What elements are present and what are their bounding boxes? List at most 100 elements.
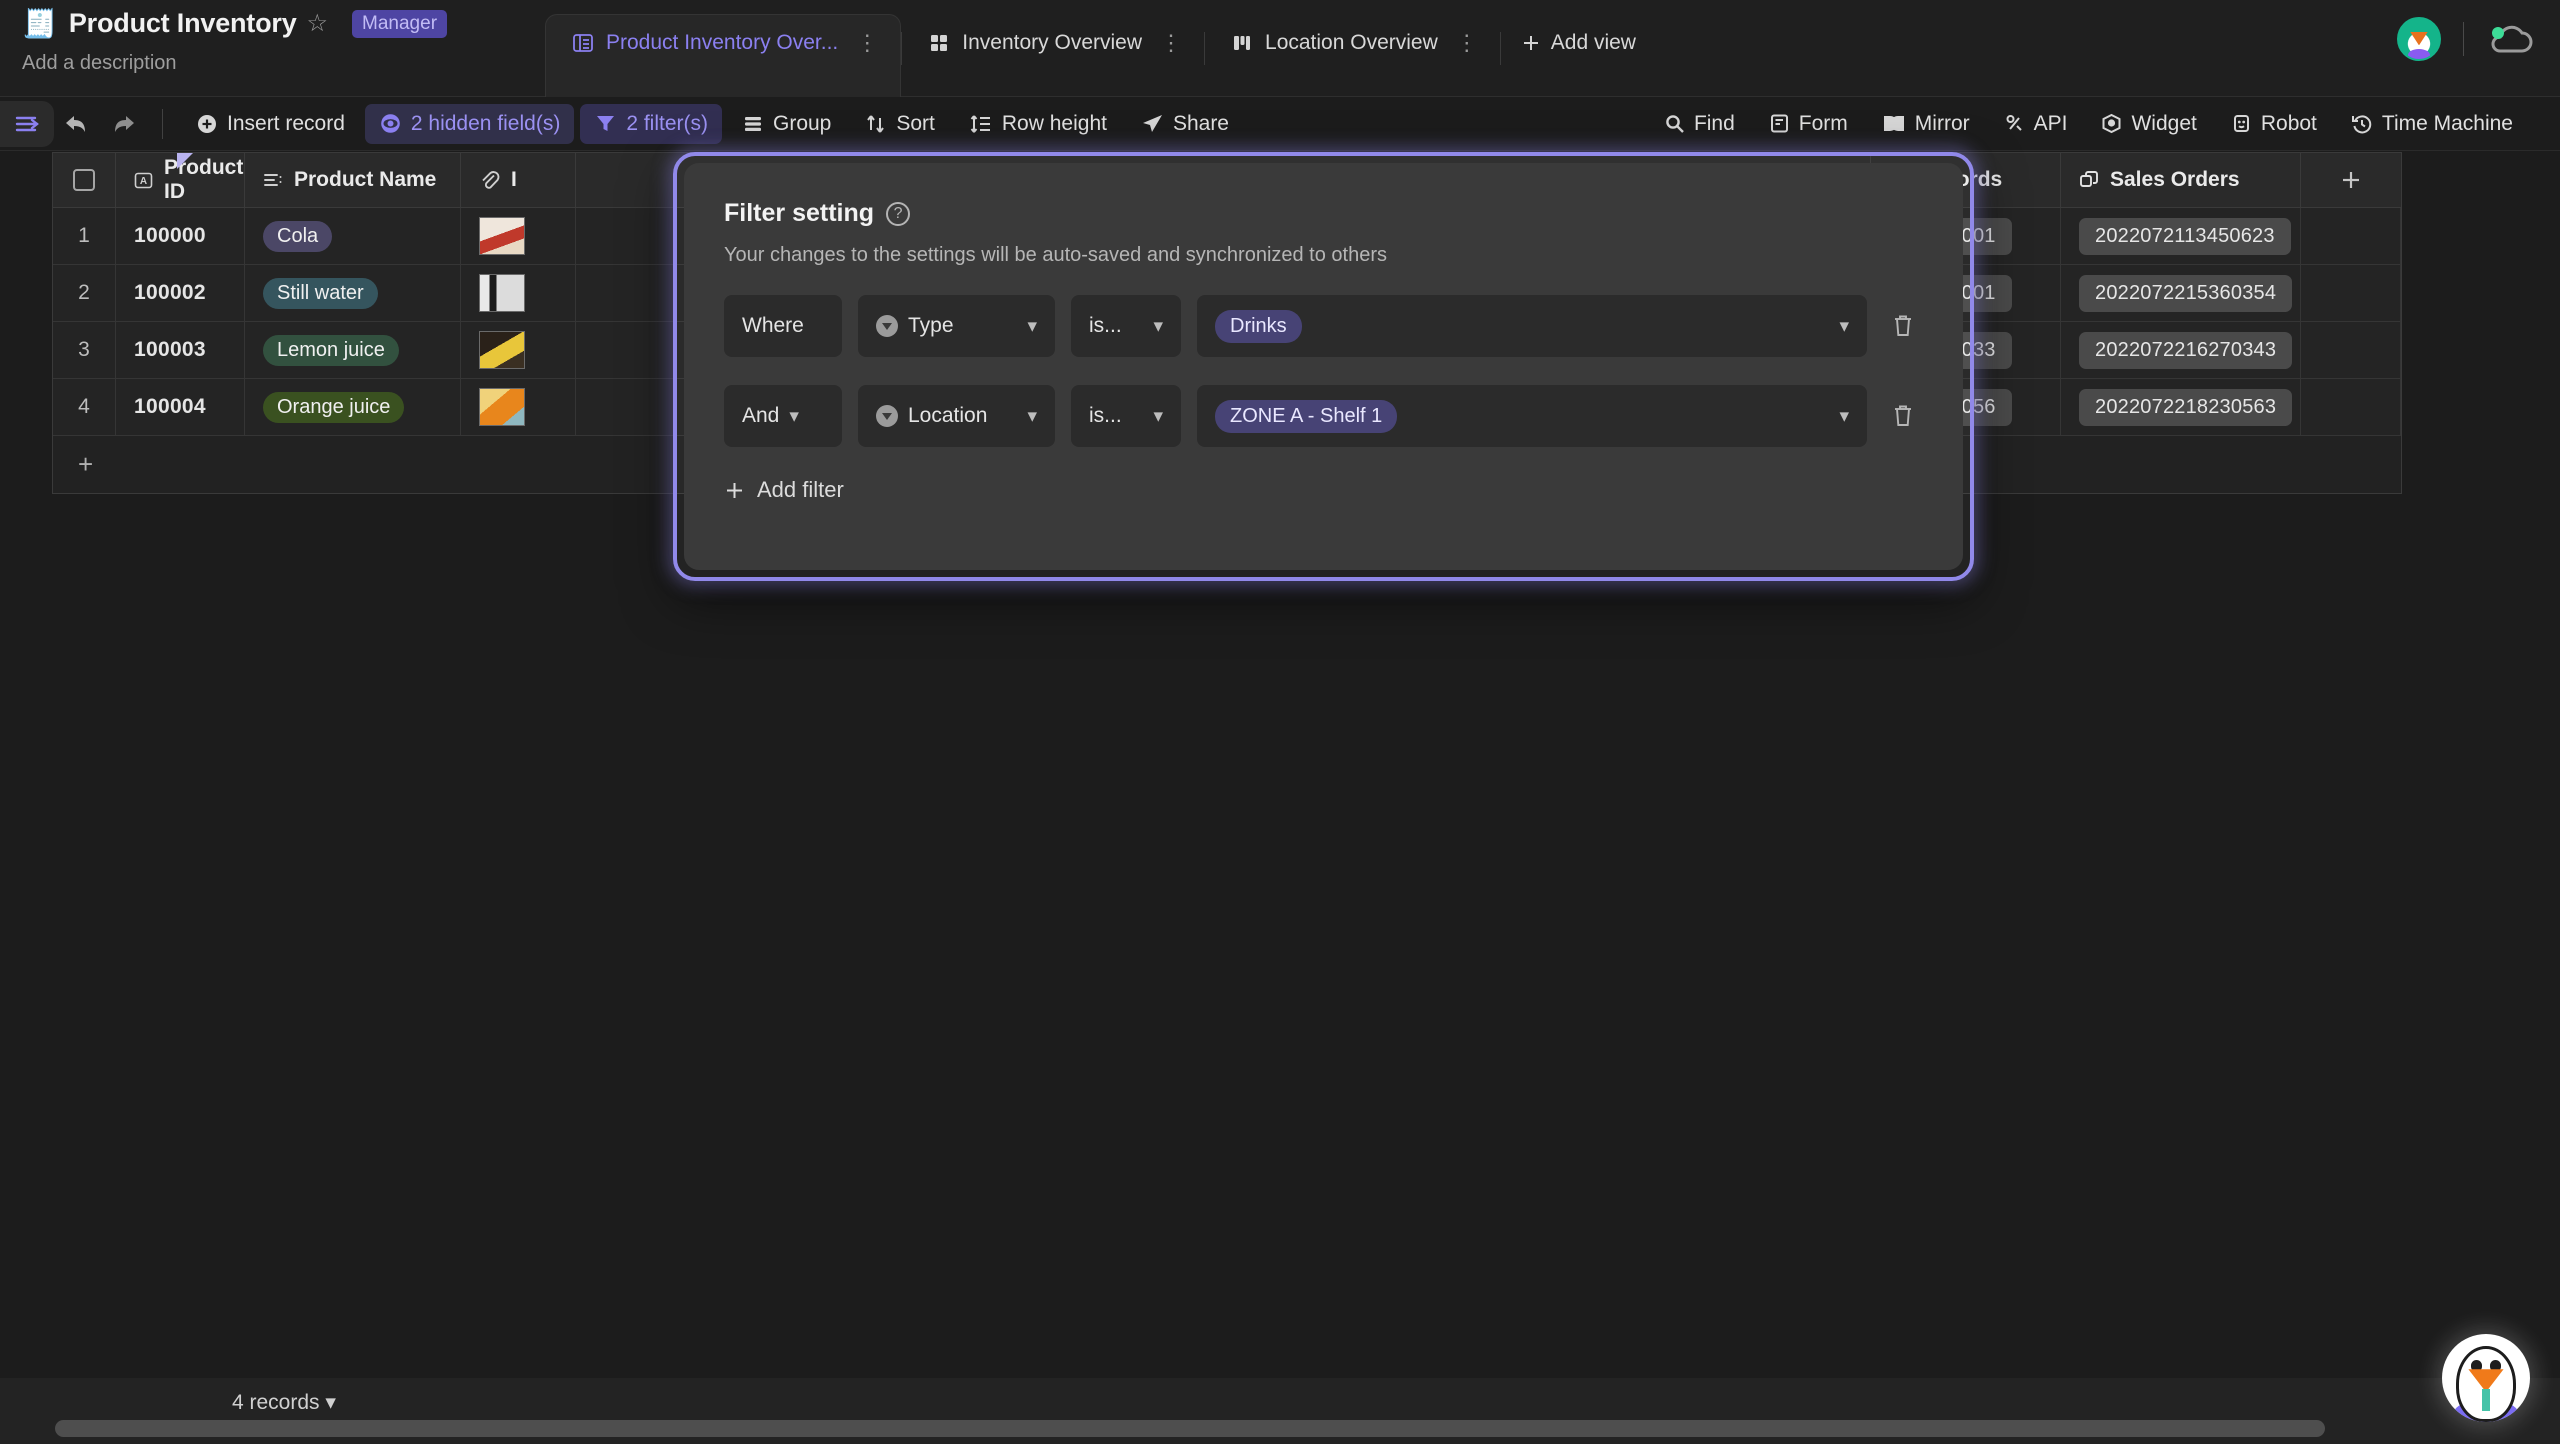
- widget-button[interactable]: Widget: [2087, 104, 2210, 144]
- top-bar: 🧾 Product Inventory ☆ Manager Add a desc…: [0, 0, 2560, 97]
- tab-product-inventory-overview[interactable]: Product Inventory Over... ⋮: [545, 14, 902, 97]
- question-mark-circle-icon[interactable]: ?: [886, 201, 911, 226]
- mirror-button[interactable]: Mirror: [1868, 104, 1984, 144]
- redo-arrow-icon[interactable]: [100, 104, 146, 144]
- trash-icon[interactable]: [1883, 403, 1923, 429]
- filter-value-pill: Drinks: [1215, 309, 1302, 343]
- product-name-pill: Cola: [263, 220, 333, 252]
- add-view-button[interactable]: Add view: [1501, 14, 1656, 97]
- filter-operator-label: is...: [1089, 404, 1122, 427]
- orange-juice-thumbnail: [479, 388, 525, 426]
- widget-icon: [2101, 113, 2122, 134]
- sidebar-expand-icon[interactable]: [0, 100, 54, 147]
- insert-record-button[interactable]: Insert record: [182, 104, 359, 144]
- chevron-down-icon: ▾: [789, 405, 799, 427]
- chevron-down-icon: ▾: [1839, 405, 1849, 427]
- add-filter-button[interactable]: Add filter: [724, 477, 1923, 503]
- undo-arrow-icon[interactable]: [54, 104, 100, 144]
- cell-sales-order[interactable]: 2022072113450623: [2061, 208, 2301, 264]
- record-count[interactable]: 4 records ▾: [232, 1390, 336, 1415]
- conjunction-label: And: [742, 404, 780, 427]
- share-button[interactable]: Share: [1127, 104, 1243, 144]
- chevron-down-icon: ▾: [1153, 315, 1163, 337]
- filters-button[interactable]: 2 filter(s): [580, 103, 722, 144]
- mirror-icon: [1882, 113, 1906, 134]
- tab-menu-icon[interactable]: ⋮: [1456, 31, 1478, 54]
- filter-value-select[interactable]: ZONE A - Shelf 1 ▾: [1197, 385, 1867, 447]
- lemon-juice-thumbnail: [479, 331, 525, 369]
- description-field[interactable]: Add a description: [22, 52, 177, 75]
- group-button[interactable]: Group: [728, 104, 845, 144]
- time-machine-button[interactable]: Time Machine: [2337, 104, 2527, 144]
- cell-product-name[interactable]: Cola: [245, 208, 461, 264]
- row-number: 2: [53, 265, 116, 321]
- form-button[interactable]: Form: [1755, 104, 1862, 144]
- cell-product-id[interactable]: 100004: [116, 379, 245, 435]
- robot-button[interactable]: Robot: [2217, 104, 2331, 144]
- filter-operator-select[interactable]: is... ▾: [1071, 385, 1181, 447]
- tab-label: Product Inventory Over...: [606, 31, 839, 54]
- toolbar: Insert record 2 hidden field(s) 2 filter…: [0, 97, 2560, 151]
- tab-location-overview[interactable]: Location Overview ⋮: [1205, 14, 1500, 97]
- trash-icon[interactable]: [1883, 313, 1923, 339]
- cell-image[interactable]: [461, 208, 576, 264]
- row-height-button[interactable]: Row height: [955, 104, 1121, 144]
- add-filter-label: Add filter: [757, 477, 844, 502]
- chevron-down-icon: ▾: [1027, 315, 1037, 337]
- cell-product-id[interactable]: 100003: [116, 322, 245, 378]
- cloud-sync-icon[interactable]: [2486, 21, 2536, 57]
- cell-product-id[interactable]: 100000: [116, 208, 245, 264]
- product-name-pill: Orange juice: [263, 391, 405, 423]
- cell-image[interactable]: [461, 379, 576, 435]
- add-view-label: Add view: [1550, 30, 1636, 54]
- avatar[interactable]: [2397, 17, 2441, 61]
- hidden-fields-button[interactable]: 2 hidden field(s): [364, 103, 575, 144]
- cell-product-name[interactable]: Still water: [245, 265, 461, 321]
- grid-table-icon: [572, 32, 594, 54]
- cell-image[interactable]: [461, 322, 576, 378]
- cell-sales-order[interactable]: 2022072218230563: [2061, 379, 2301, 435]
- star-outline-icon[interactable]: ☆: [307, 9, 329, 38]
- column-header-product-name[interactable]: Product Name: [245, 153, 461, 207]
- tab-menu-icon[interactable]: ⋮: [856, 32, 878, 54]
- toolbar-item-label: Insert record: [227, 111, 345, 135]
- view-tabs: Product Inventory Over... ⋮ Inventory Ov…: [545, 14, 1656, 97]
- toolbar-item-label: Share: [1172, 111, 1229, 135]
- sort-button[interactable]: Sort: [851, 104, 949, 144]
- filter-field-select[interactable]: Type ▾: [858, 295, 1055, 357]
- find-button[interactable]: Find: [1650, 104, 1749, 144]
- water-bottle-thumbnail: [479, 274, 525, 312]
- select-all-checkbox[interactable]: [53, 153, 116, 207]
- column-header-image[interactable]: I: [461, 153, 576, 207]
- sales-order-pill: 2022072218230563: [2079, 388, 2293, 426]
- assistant-bird-mascot[interactable]: [2442, 1334, 2530, 1422]
- row-number: 4: [53, 379, 116, 435]
- filter-conjunction-and[interactable]: And ▾: [724, 385, 842, 447]
- tab-inventory-overview[interactable]: Inventory Overview ⋮: [902, 14, 1204, 97]
- funnel-icon: [594, 112, 617, 135]
- filter-operator-select[interactable]: is... ▾: [1071, 295, 1181, 357]
- filter-value-select[interactable]: Drinks ▾: [1197, 295, 1867, 357]
- add-field-button[interactable]: [2301, 153, 2401, 207]
- svg-text:A: A: [140, 176, 147, 187]
- horizontal-scrollbar[interactable]: [55, 1420, 2325, 1437]
- cell-product-name[interactable]: Lemon juice: [245, 322, 461, 378]
- cell-image[interactable]: [461, 265, 576, 321]
- filter-field-select[interactable]: Location ▾: [858, 385, 1055, 447]
- cell-product-name[interactable]: Orange juice: [245, 379, 461, 435]
- api-button[interactable]: API: [1990, 104, 2082, 144]
- role-badge: Manager: [352, 9, 448, 38]
- tab-label: Inventory Overview: [962, 30, 1143, 54]
- filter-field-label: Type: [908, 314, 954, 337]
- cell-sales-order[interactable]: 2022072216270343: [2061, 322, 2301, 378]
- checkbox-icon: [73, 169, 95, 191]
- row-number: 1: [53, 208, 116, 264]
- footer: 4 records ▾: [0, 1378, 2560, 1444]
- tab-menu-icon[interactable]: ⋮: [1160, 31, 1182, 54]
- column-header-sales-orders[interactable]: Sales Orders: [2061, 153, 2301, 207]
- cell-sales-order[interactable]: 2022072215360354: [2061, 265, 2301, 321]
- receipt-icon: 🧾: [22, 7, 57, 39]
- sales-order-pill: 2022072215360354: [2079, 274, 2293, 312]
- cell-product-id[interactable]: 100002: [116, 265, 245, 321]
- product-name-pill: Still water: [263, 277, 378, 309]
